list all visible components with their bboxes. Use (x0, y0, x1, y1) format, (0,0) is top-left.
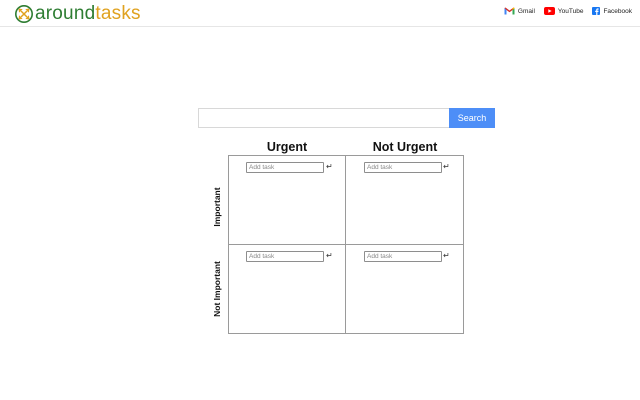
column-header-not-urgent: Not Urgent (372, 140, 438, 154)
youtube-link[interactable]: YouTube (543, 7, 584, 15)
youtube-label: YouTube (557, 7, 584, 15)
gmail-label: Gmail (517, 7, 535, 15)
add-task-input-not-urgent-not-important[interactable] (364, 251, 442, 262)
column-header-urgent: Urgent (266, 140, 308, 154)
enter-icon[interactable]: ↵ (443, 251, 450, 261)
search-input[interactable] (198, 108, 449, 128)
enter-icon[interactable]: ↵ (443, 162, 450, 172)
facebook-icon (592, 7, 601, 15)
facebook-label: Facebook (603, 7, 632, 15)
add-task-input-not-urgent-important[interactable] (364, 162, 442, 173)
facebook-link[interactable]: Facebook (592, 7, 632, 15)
youtube-icon (543, 7, 555, 15)
brand-name-part1: around (35, 3, 96, 24)
row-header-not-important: Not Important (212, 261, 222, 317)
brand-name-part2: tasks (95, 3, 141, 24)
header-links: Gmail YouTube Facebook (495, 7, 632, 15)
header: around tasks Gmail YouTube Facebook (0, 0, 640, 27)
eisenhower-matrix (228, 155, 464, 334)
page: around tasks Gmail YouTube Facebook Sear… (0, 0, 640, 400)
enter-icon[interactable]: ↵ (326, 162, 333, 172)
brand-logo-link[interactable]: around tasks (14, 3, 141, 24)
add-task-input-urgent-important[interactable] (246, 162, 324, 173)
crossed-arrows-circle-icon (15, 4, 33, 23)
enter-icon[interactable]: ↵ (326, 251, 333, 261)
gmail-icon (503, 7, 515, 15)
search-button[interactable]: Search (449, 108, 495, 128)
add-task-input-urgent-not-important[interactable] (246, 251, 324, 262)
gmail-link[interactable]: Gmail (503, 7, 535, 15)
